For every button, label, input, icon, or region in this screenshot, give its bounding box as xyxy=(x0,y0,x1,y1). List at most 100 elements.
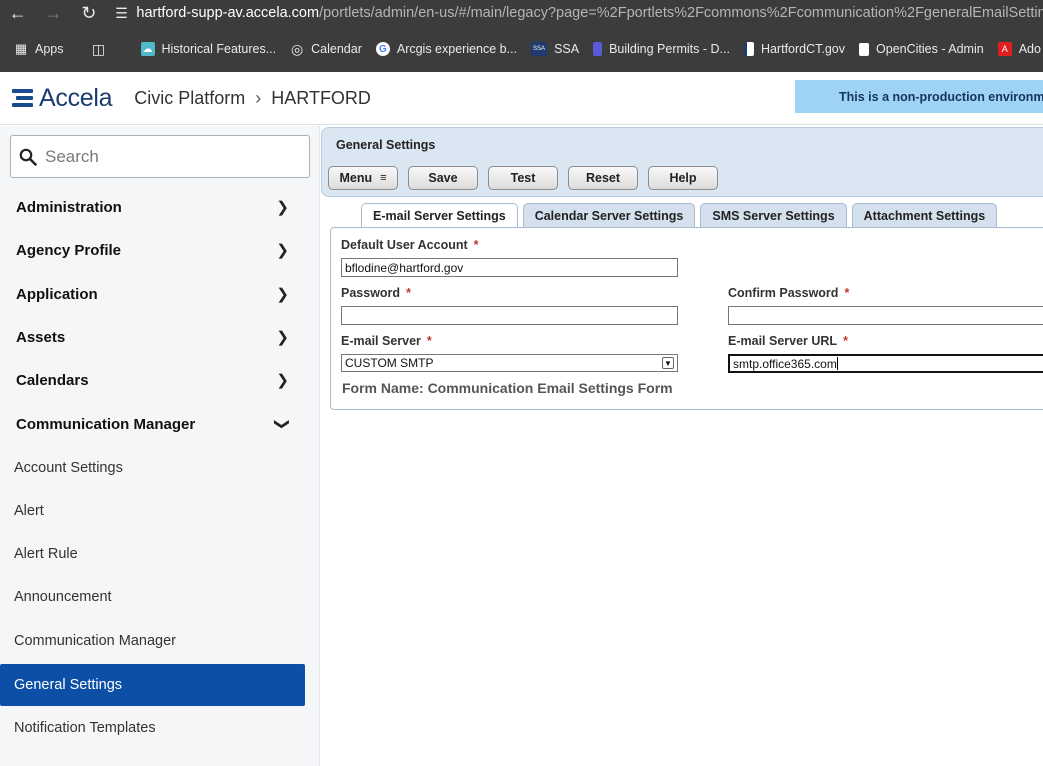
sidebar-item-assets[interactable]: Assets ❯ xyxy=(0,319,305,355)
search-icon xyxy=(11,148,45,166)
required-marker: * xyxy=(843,334,848,348)
settings-tabs: E-mail Server Settings Calendar Server S… xyxy=(361,203,1002,228)
required-marker: * xyxy=(473,238,479,252)
url-path: /portlets/admin/en-us/#/main/legacy?page… xyxy=(319,5,1043,21)
help-button[interactable]: Help xyxy=(648,166,718,190)
bookmark-calendar[interactable]: ◎ Calendar xyxy=(290,40,362,57)
sidebar-subitem-communication-manager[interactable]: Communication Manager xyxy=(0,620,305,662)
email-server-url-value: smtp.office365.com xyxy=(733,356,837,371)
sidebar-subitem-alert[interactable]: Alert xyxy=(0,490,305,532)
tab-attachment-settings[interactable]: Attachment Settings xyxy=(851,203,998,227)
sidebar-subitem-account-settings[interactable]: Account Settings xyxy=(0,447,305,489)
cloud-icon: ☁ xyxy=(140,42,155,56)
globe-icon: ◎ xyxy=(291,40,304,57)
ssa-icon: SSA xyxy=(531,42,548,56)
bookmark-apps-grid[interactable]: ◫ xyxy=(91,40,113,57)
chevron-down-icon: ▼ xyxy=(662,357,674,369)
chrome-divider xyxy=(0,62,1043,72)
bookmark-label: OpenCities - Admin xyxy=(876,42,984,56)
bookmark-arcgis[interactable]: G Arcgis experience b... xyxy=(375,42,518,56)
site-info-icon[interactable]: ☰ xyxy=(107,5,137,22)
bookmark-ssa[interactable]: SSA SSA xyxy=(531,42,579,56)
accela-logo-icon xyxy=(12,88,33,108)
chevron-right-icon: ❯ xyxy=(276,329,289,346)
sidebar-item-administration[interactable]: Administration ❯ xyxy=(0,189,305,225)
logo-text: Accela xyxy=(39,83,113,112)
environment-banner: This is a non-production environment xyxy=(795,80,1043,113)
bookmark-apps[interactable]: ▦ Apps xyxy=(14,41,64,56)
password-field[interactable] xyxy=(341,306,678,325)
menu-button-label: Menu xyxy=(339,171,373,185)
bookmark-hartfordct[interactable]: HartfordCT.gov xyxy=(743,42,846,56)
adobe-icon: A xyxy=(997,42,1012,56)
reset-button[interactable]: Reset xyxy=(568,166,638,190)
bookmark-label: Building Permits - D... xyxy=(609,42,730,56)
breadcrumb-platform[interactable]: Civic Platform xyxy=(134,88,245,109)
required-marker: * xyxy=(406,286,411,300)
sidebar-item-label: Communication Manager xyxy=(16,415,196,433)
sidebar-search[interactable] xyxy=(10,135,310,178)
bookmark-adobe[interactable]: A Ado xyxy=(997,42,1041,56)
required-marker: * xyxy=(426,334,432,348)
email-server-label: E-mail Server * xyxy=(341,334,432,348)
email-settings-form: Default User Account * bflodine@hartford.… xyxy=(330,227,1043,410)
sidebar-item-label: Assets xyxy=(16,328,66,346)
bookmark-icon xyxy=(593,42,603,56)
sidebar: Administration ❯ Agency Profile ❯ Applic… xyxy=(0,126,320,766)
bookmark-building-permits[interactable]: Building Permits - D... xyxy=(593,42,730,56)
test-button[interactable]: Test xyxy=(488,166,558,190)
tab-calendar-server-settings[interactable]: Calendar Server Settings xyxy=(522,203,696,227)
save-button[interactable]: Save xyxy=(408,166,478,190)
bookmark-label: HartfordCT.gov xyxy=(760,42,846,56)
forward-icon[interactable]: → xyxy=(36,0,72,26)
grid-icon: ▦ xyxy=(14,41,28,56)
confirm-password-label: Confirm Password * xyxy=(728,286,849,300)
chevron-right-icon: ❯ xyxy=(276,372,289,389)
bookmark-label: Calendar xyxy=(311,42,362,56)
tab-sms-server-settings[interactable]: SMS Server Settings xyxy=(700,203,847,227)
sidebar-item-label: Application xyxy=(16,285,98,303)
sidebar-item-application[interactable]: Application ❯ xyxy=(0,276,305,312)
url-field[interactable]: hartford-supp-av.accela.com/portlets/adm… xyxy=(136,5,1043,21)
default-user-label: Default User Account * xyxy=(341,238,479,252)
bookmark-historical[interactable]: ☁ Historical Features... xyxy=(140,42,277,56)
browser-address-bar: ← → ↻ ☰ hartford-supp-av.accela.com/port… xyxy=(0,0,1043,26)
chrome-divider xyxy=(0,26,1043,36)
text-cursor xyxy=(836,357,838,370)
password-label: Password * xyxy=(341,286,411,300)
menu-button[interactable]: Menu ≡ xyxy=(328,166,398,190)
bookmark-label: Arcgis experience b... xyxy=(396,42,518,56)
tab-email-server-settings[interactable]: E-mail Server Settings xyxy=(361,203,518,228)
bookmark-opencities[interactable]: OpenCities - Admin xyxy=(859,42,984,56)
app-header: Accela Civic Platform › HARTFORD This is… xyxy=(0,72,1043,125)
menu-dropdown-icon: ≡ xyxy=(380,172,387,184)
main-content: General Settings Menu ≡ Save Test Reset … xyxy=(320,126,1043,766)
reload-icon[interactable]: ↻ xyxy=(71,0,107,26)
email-server-url-field[interactable]: smtp.office365.com xyxy=(728,354,1043,373)
sidebar-item-agency-profile[interactable]: Agency Profile ❯ xyxy=(0,232,305,268)
bookmark-label: Historical Features... xyxy=(161,42,277,56)
apps-grid-icon: ◫ xyxy=(91,40,106,57)
confirm-password-field[interactable] xyxy=(728,306,1043,325)
sidebar-item-label: Administration xyxy=(16,198,122,216)
sidebar-item-calendars[interactable]: Calendars ❯ xyxy=(0,362,305,398)
email-server-select[interactable]: CUSTOM SMTP ▼ xyxy=(341,354,678,372)
sidebar-item-communication-manager[interactable]: Communication Manager ❯ xyxy=(0,406,305,442)
back-icon[interactable]: ← xyxy=(0,0,36,26)
search-input[interactable] xyxy=(45,146,295,167)
breadcrumb-agency: HARTFORD xyxy=(271,87,371,108)
sidebar-subitem-announcement[interactable]: Announcement xyxy=(0,576,305,618)
page-title: General Settings xyxy=(336,138,436,152)
sidebar-subitem-general-settings[interactable]: General Settings xyxy=(0,664,305,706)
accela-logo[interactable]: Accela xyxy=(12,83,113,113)
bookmarks-bar: ▦ Apps ◫ ☁ Historical Features... ◎ Cale… xyxy=(0,36,1043,62)
google-icon: G xyxy=(375,42,390,56)
sidebar-item-label: Calendars xyxy=(16,371,89,389)
required-marker: * xyxy=(844,286,850,300)
default-user-field[interactable]: bflodine@hartford.gov xyxy=(341,258,678,277)
sidebar-subitem-notification-templates[interactable]: Notification Templates xyxy=(0,707,305,749)
chevron-right-icon: ❯ xyxy=(276,242,289,259)
sidebar-subitem-alert-rule[interactable]: Alert Rule xyxy=(0,533,305,575)
label-text: Default User Account xyxy=(341,238,468,252)
email-server-url-label: E-mail Server URL * xyxy=(728,334,848,348)
